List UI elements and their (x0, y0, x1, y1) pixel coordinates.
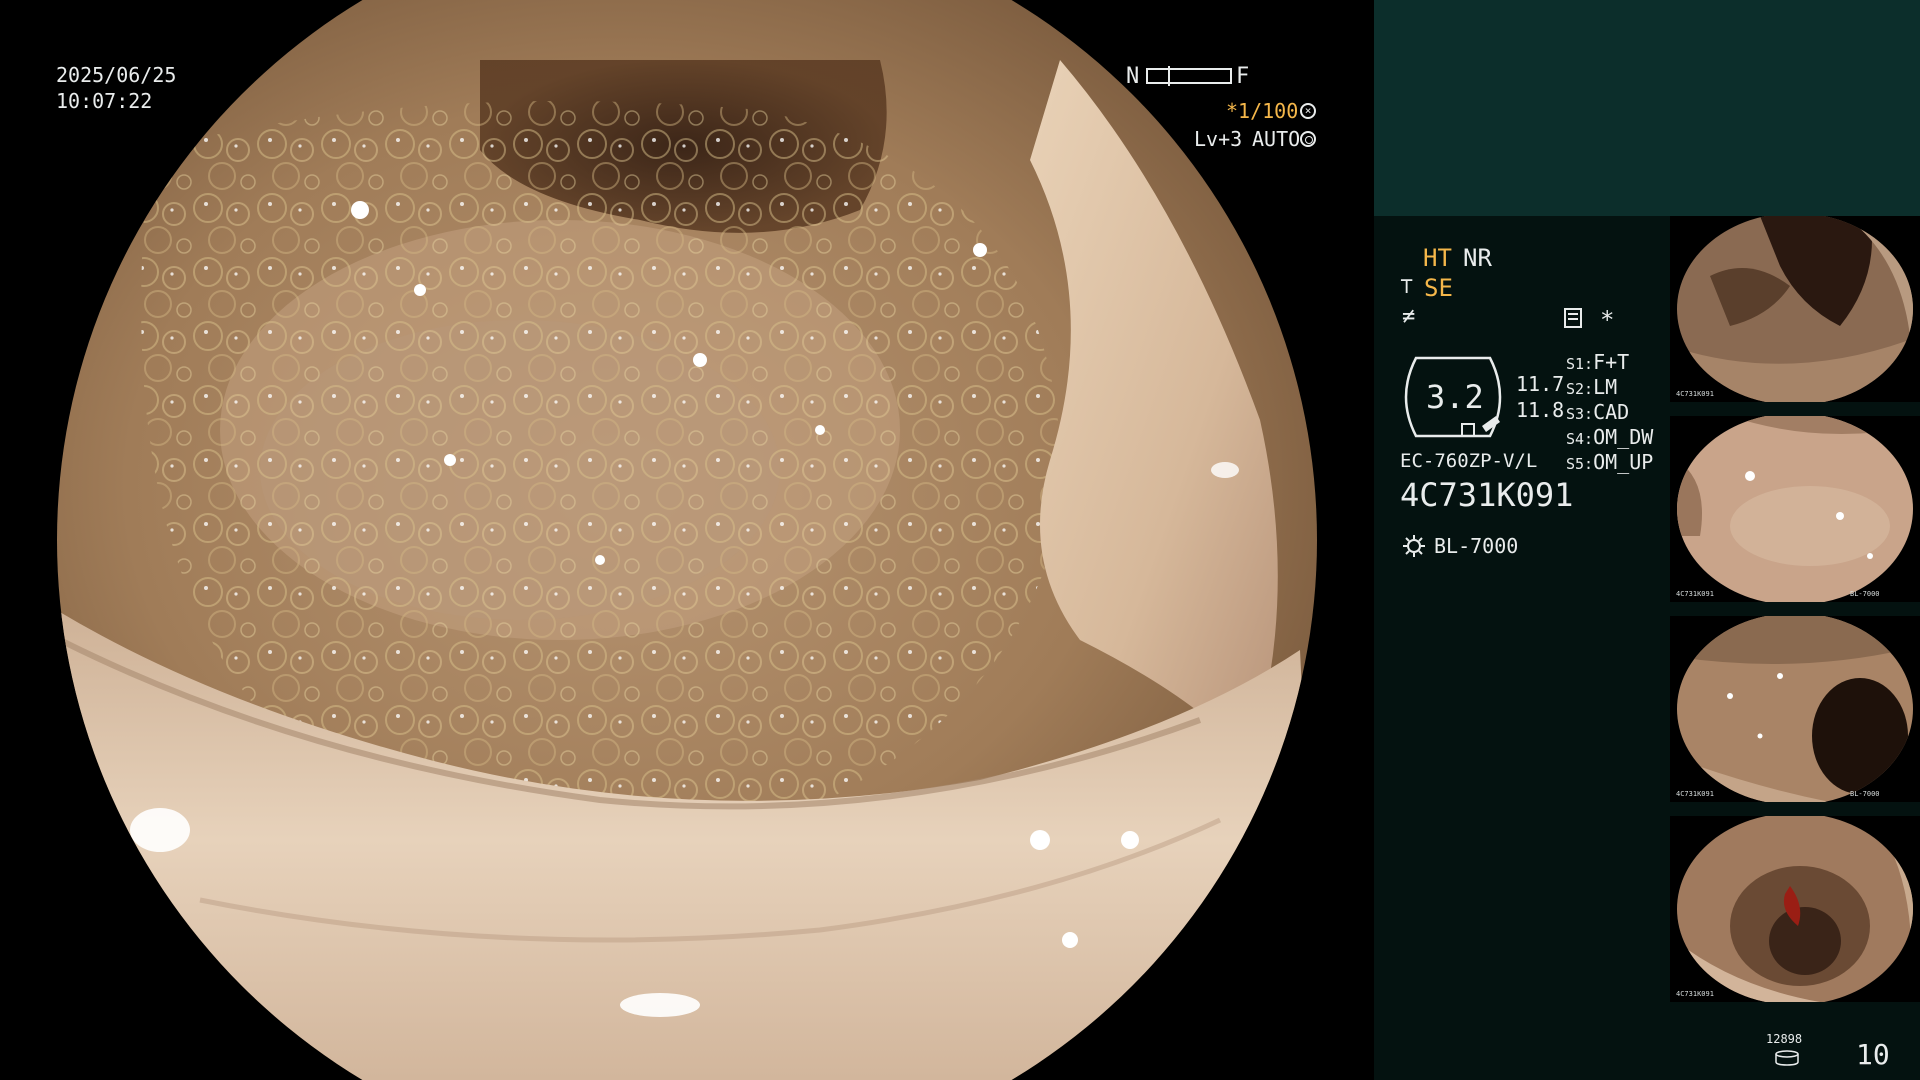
thumbnail-image (1677, 216, 1913, 402)
value-bottom: 11.8 (1516, 398, 1565, 422)
mode-nr: NR (1463, 244, 1492, 272)
captured-image-count: 10 (1856, 1038, 1890, 1071)
asterisk-indicator: * (1600, 306, 1615, 334)
preset-value: CAD (1593, 400, 1630, 424)
thumbnail-capture-2[interactable]: 4C731K091 BL-7000 (1670, 416, 1920, 602)
light-source-icon (1402, 534, 1426, 558)
record-icon (1564, 308, 1582, 328)
thumbnail-capture-4[interactable]: 4C731K091 (1670, 816, 1920, 1002)
shutter-icon: × (1300, 103, 1316, 119)
iris-icon (1300, 131, 1316, 147)
info-panel-header (1374, 0, 1920, 216)
thumb-light: BL-7000 (1850, 790, 1880, 798)
iris-mode: AUTO (1252, 127, 1301, 151)
preset-value: OM_UP (1593, 450, 1654, 474)
shutter-speed: *1/100 (1226, 99, 1299, 123)
focus-near-label: N (1126, 64, 1140, 89)
focus-far-label: F (1236, 64, 1250, 89)
focus-bar (1146, 66, 1232, 86)
thumbnail-image (1677, 416, 1913, 602)
preset-item: S4:OM_DW (1566, 425, 1653, 449)
preset-key: S5: (1566, 455, 1594, 473)
preset-item: S2:LM (1566, 375, 1617, 399)
freeze-icon: ≠ (1402, 304, 1416, 329)
thumbnail-image (1677, 816, 1913, 1002)
preset-key: S4: (1566, 430, 1594, 448)
focus-marker (1168, 66, 1170, 86)
brightness-level: Lv+3 (1194, 127, 1243, 151)
thumbnail-capture-3[interactable]: 4C731K091 BL-7000 (1670, 616, 1920, 802)
capture-date: 2025/06/25 (56, 63, 177, 87)
scope-serial: 4C731K091 (1400, 476, 1574, 514)
thumb-serial: 4C731K091 (1676, 590, 1714, 598)
light-source: BL-7000 (1434, 534, 1519, 558)
preset-key: S2: (1566, 380, 1594, 398)
endoscope-image (57, 0, 1317, 1080)
enhance-icon: ⊤ (1400, 274, 1414, 299)
storage-count: 12898 (1766, 1032, 1803, 1046)
preset-value: LM (1593, 375, 1618, 399)
preset-item: S5:OM_UP (1566, 450, 1653, 474)
preset-value: OM_DW (1593, 425, 1654, 449)
se-mode: SE (1424, 274, 1453, 302)
preset-key: S3: (1566, 405, 1594, 423)
thumbnail-strip: 4C731K091 4C731K091 BL-7000 4C731K091 BL… (1670, 216, 1920, 1016)
preset-key: S1: (1566, 355, 1594, 373)
thumbnail-image (1677, 616, 1913, 802)
zoom-value: 3.2 (1426, 378, 1484, 416)
thumb-light: BL-7000 (1850, 590, 1880, 598)
capture-time: 10:07:22 (56, 89, 153, 113)
endoscope-live-view: 2025/06/25 10:07:22 N F *1/100 × Lv+3 AU… (0, 0, 1374, 1080)
scope-model: EC-760ZP-V/L (1400, 450, 1538, 472)
thumb-serial: 4C731K091 (1676, 390, 1714, 398)
preset-item: S3:CAD (1566, 400, 1629, 424)
mode-ht: HT (1423, 244, 1452, 272)
storage-icon (1774, 1050, 1800, 1070)
thumb-serial: 4C731K091 (1676, 790, 1714, 798)
thumbnail-capture-1[interactable]: 4C731K091 (1670, 216, 1920, 402)
thumb-serial: 4C731K091 (1676, 990, 1714, 998)
preset-value: F+T (1593, 350, 1630, 374)
value-top: 11.7 (1516, 372, 1565, 396)
zoom-gauge: 3.2 (1398, 352, 1508, 442)
preset-item: S1:F+T (1566, 350, 1629, 374)
